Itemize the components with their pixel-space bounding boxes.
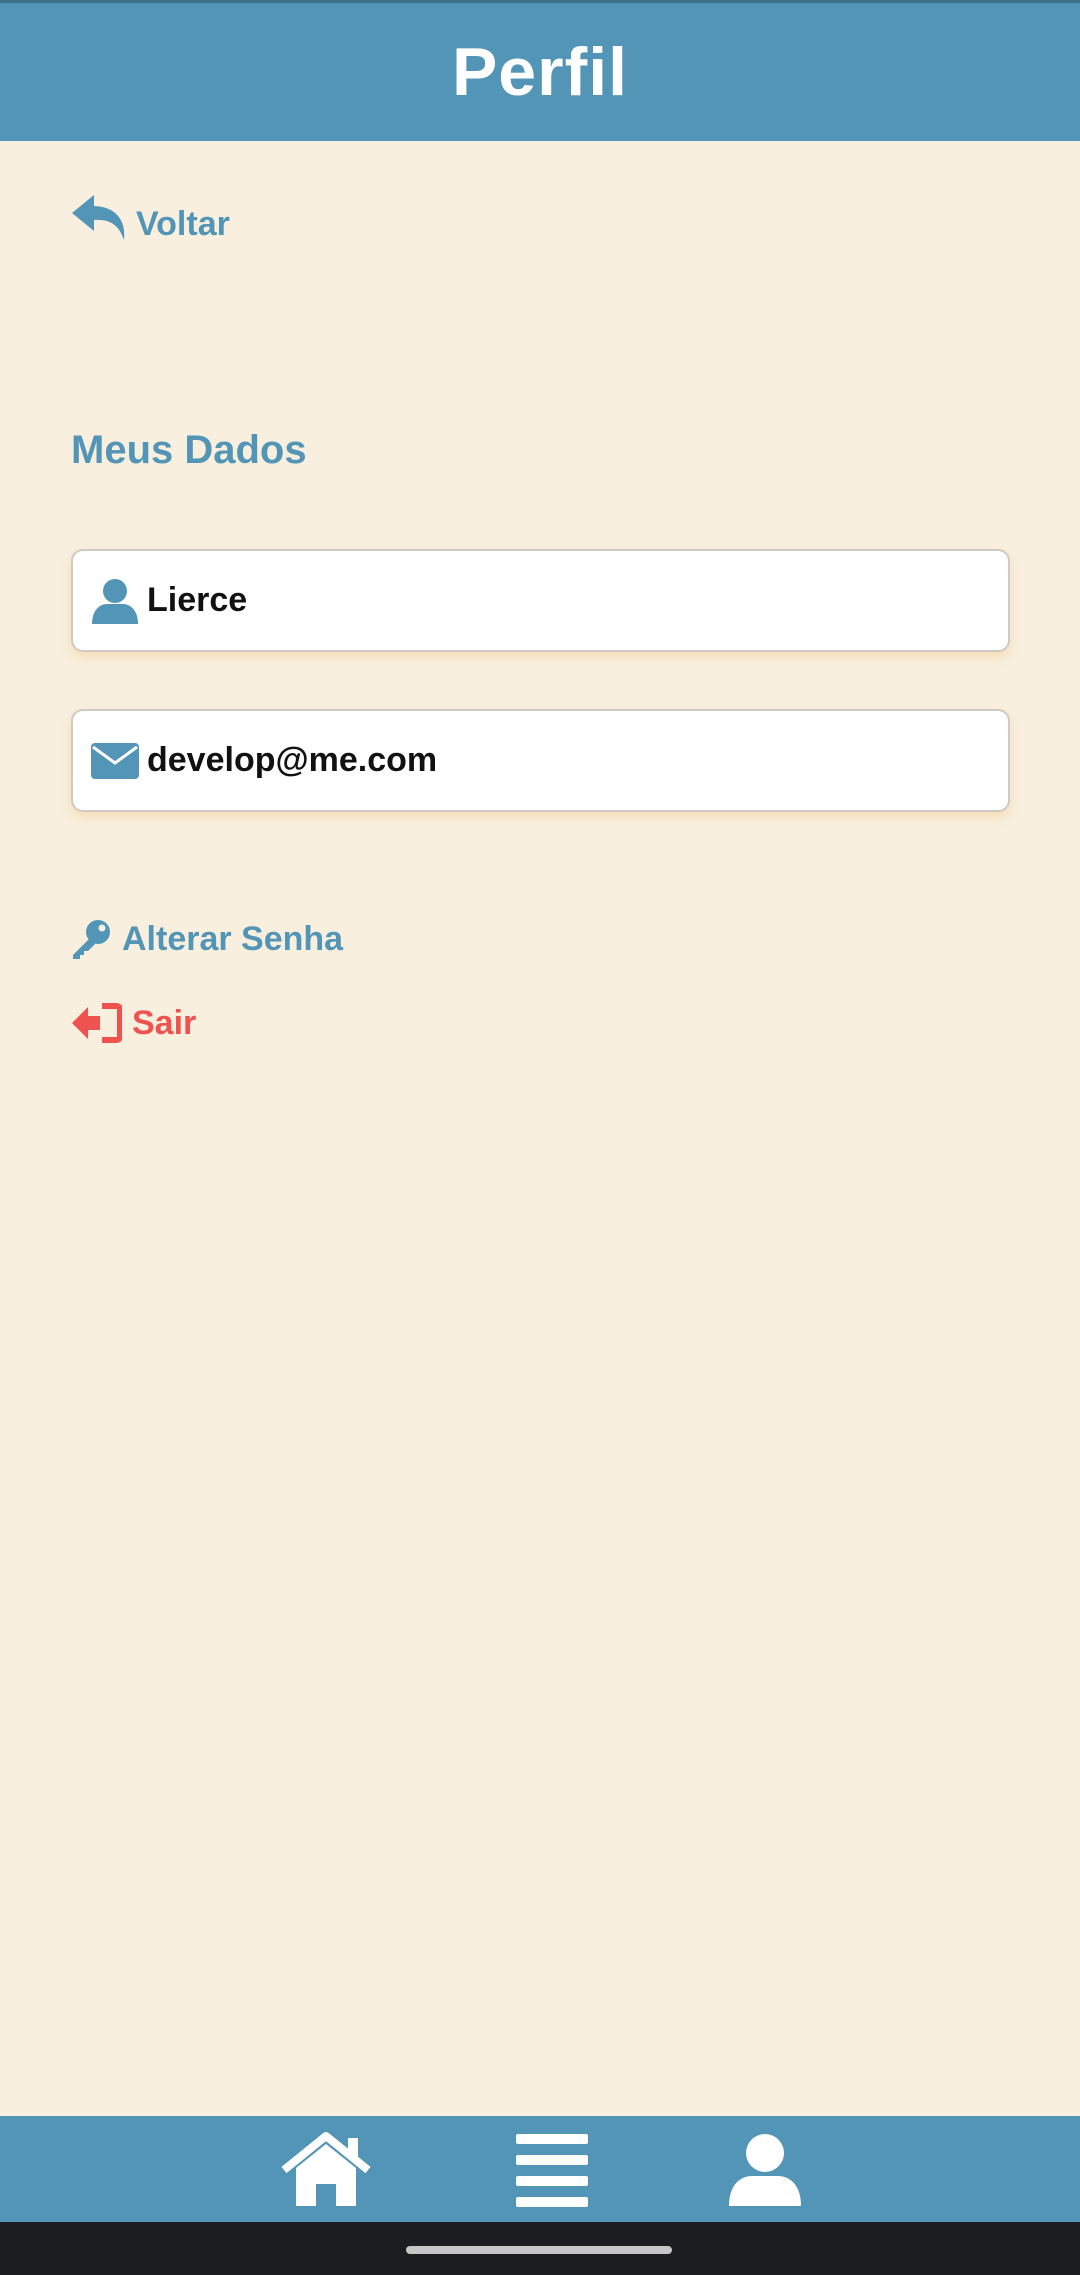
back-label: Voltar (136, 205, 230, 243)
system-navigation-bar (0, 2222, 1080, 2275)
back-button[interactable]: Voltar (70, 192, 230, 244)
home-icon (281, 2132, 371, 2206)
nav-profile-button[interactable] (717, 2132, 813, 2208)
list-icon (516, 2134, 588, 2207)
app-header: Perfil (0, 0, 1080, 141)
envelope-icon (89, 735, 141, 787)
home-indicator[interactable] (406, 2246, 672, 2254)
change-password-button[interactable]: Alterar Senha (70, 918, 343, 960)
section-title: Meus Dados (71, 428, 307, 472)
logout-label: Sair (132, 1003, 197, 1042)
email-field[interactable]: develop@me.com (71, 709, 1010, 812)
key-icon (73, 920, 110, 959)
reply-icon (72, 195, 125, 240)
change-password-label: Alterar Senha (122, 919, 344, 958)
name-field[interactable]: Lierce (71, 549, 1010, 652)
bottom-navigation (0, 2116, 1080, 2222)
user-icon (89, 575, 141, 627)
nav-home-button[interactable] (278, 2132, 374, 2208)
page-title: Perfil (451, 34, 629, 110)
name-value: Lierce (147, 581, 248, 619)
sign-out-icon (72, 1003, 122, 1043)
logout-button[interactable]: Sair (70, 1002, 196, 1044)
nav-list-button[interactable] (504, 2132, 600, 2208)
email-value: develop@me.com (147, 741, 438, 779)
user-icon (729, 2134, 801, 2206)
